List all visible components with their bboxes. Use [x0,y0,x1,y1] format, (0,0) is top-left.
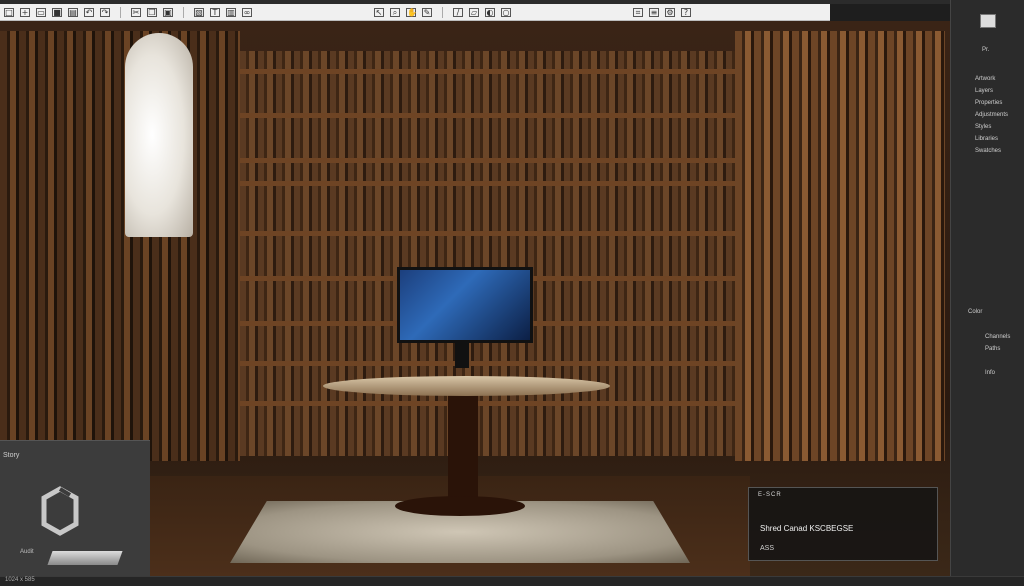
zoom-icon[interactable]: ⌕ [390,7,400,17]
monitor-stand [455,340,469,368]
print-icon[interactable]: ▤ [68,7,78,17]
paste-icon[interactable]: ▣ [163,7,173,17]
monitor [397,267,533,343]
panel-label: Story [3,452,20,459]
toolbar-divider [442,6,443,18]
pointer-icon[interactable]: ↖ [374,7,384,17]
bookshelf-left [0,31,240,461]
copy-icon[interactable]: ❐ [147,7,157,17]
panel-item[interactable]: Pr. [982,47,989,53]
new-icon[interactable]: + [20,7,30,17]
panel-item[interactable]: Artwork [975,76,995,82]
arched-window [125,33,193,237]
shelf [240,361,740,366]
panel-item[interactable]: Adjustments [975,112,1008,118]
overlay-title: E-SCR [758,492,782,498]
shape-icon[interactable]: ○ [501,7,511,17]
cube-icon[interactable] [40,485,80,537]
shelf [240,401,740,406]
table-leg [448,393,478,503]
brush-icon[interactable]: / [453,7,463,17]
help-icon[interactable]: ? [681,7,691,17]
table-base [395,496,525,516]
top-toolbar: □ + ▭ ■ ▤ ↶ ↷ ✂ ❐ ▣ ▧ T ▥ ∞ ↖ ⌕ ✋ ✎ / ▱ … [0,4,830,21]
crop-icon[interactable]: ⌗ [633,7,643,17]
panel-item[interactable]: Color [968,309,982,315]
image-icon[interactable]: ▧ [194,7,204,17]
settings-icon[interactable]: ⚙ [665,7,675,17]
round-table [323,376,610,396]
panel-item[interactable]: Layers [975,88,993,94]
open-icon[interactable]: ▭ [36,7,46,17]
text-icon[interactable]: T [210,7,220,17]
cut-icon[interactable]: ✂ [131,7,141,17]
toolbar-divider [183,6,184,18]
panel-item[interactable]: Properties [975,100,1002,106]
panel-caption: Audit [20,549,34,555]
panel-item[interactable]: Channels [985,334,1010,340]
panel-item[interactable]: Paths [985,346,1000,352]
pen-icon[interactable]: ✎ [422,7,432,17]
undo-icon[interactable]: ↶ [84,7,94,17]
panel-item[interactable]: Info [985,370,995,376]
toolbar-divider [120,6,121,18]
panel-item[interactable]: Styles [975,124,991,130]
app-window: □ + ▭ ■ ▤ ↶ ↷ ✂ ❐ ▣ ▧ T ▥ ∞ ↖ ⌕ ✋ ✎ / ▱ … [0,0,1024,586]
thumbnail[interactable] [47,551,123,565]
redo-icon[interactable]: ↷ [100,7,110,17]
eraser-icon[interactable]: ▱ [469,7,479,17]
overlay-subtext: ASS [760,545,775,552]
shelf [240,181,740,186]
chart-icon[interactable]: ▥ [226,7,236,17]
bookshelf-right [735,31,945,461]
fill-icon[interactable]: ◐ [485,7,495,17]
shelf [240,69,740,74]
save-icon[interactable]: ■ [52,7,62,17]
layers-icon[interactable]: ≡ [649,7,659,17]
layer-thumbnail[interactable] [980,14,996,28]
shelf [240,231,740,236]
status-text: 1024 x 585 [5,577,35,583]
panel-item[interactable]: Swatches [975,148,1001,154]
file-icon[interactable]: □ [4,7,14,17]
panel-item[interactable]: Libraries [975,136,998,142]
shelf [240,113,740,118]
link-icon[interactable]: ∞ [242,7,252,17]
hand-icon[interactable]: ✋ [406,7,417,17]
overlay-text: Shred Canad KSCBEGSE [760,524,854,533]
shelf [240,158,740,163]
